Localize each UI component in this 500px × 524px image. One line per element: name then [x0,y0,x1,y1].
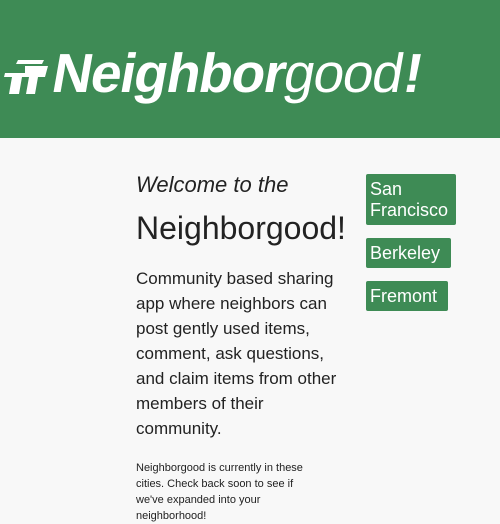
home-icon [4,60,48,94]
site-header: Neighborgood! [0,0,500,138]
availability-note: Neighborgood is currently in these citie… [136,462,303,522]
city-button-fremont[interactable]: Fremont [366,281,448,311]
brand-logo[interactable]: Neighborgood! [0,34,427,110]
main-content: Welcome to the Neighborgood! Community b… [0,138,500,522]
intro-section: Welcome to the Neighborgood! Community b… [136,170,348,524]
brand-wordmark: Neighborgood! [47,38,428,108]
welcome-heading: Welcome to the [136,172,289,197]
city-button-san-francisco[interactable]: San Francisco [366,174,456,225]
brand-wordmark-main: Neighbor [47,42,291,104]
city-list: San Francisco Berkeley Fremont [366,174,456,324]
page-title: Neighborgood! [136,210,346,246]
app-description: Community based sharing app where neighb… [136,269,337,438]
city-button-berkeley[interactable]: Berkeley [366,238,451,268]
brand-wordmark-secondary: good [279,42,408,104]
